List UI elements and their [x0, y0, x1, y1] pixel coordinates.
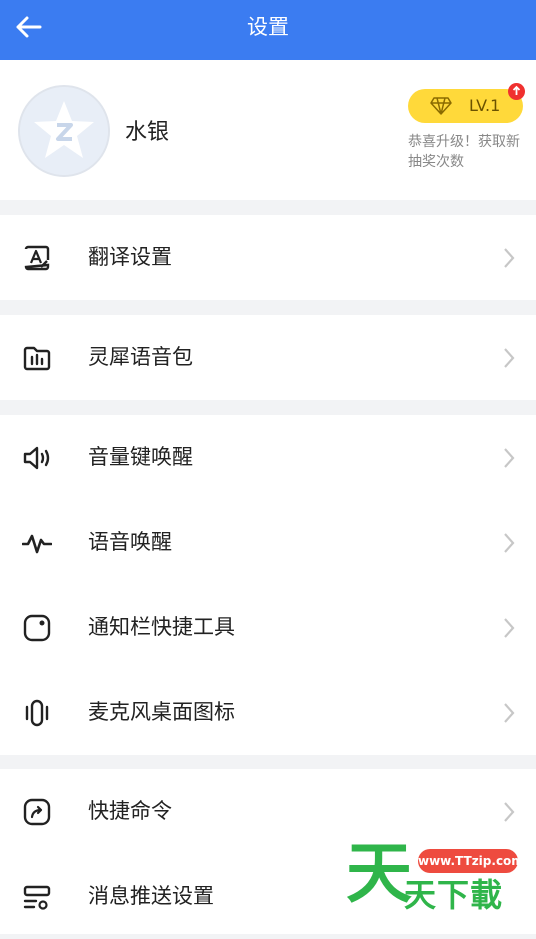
- voice-pack-folder-icon: [23, 346, 51, 371]
- waveform-icon: [22, 534, 52, 554]
- shortcut-icon: [23, 798, 51, 826]
- watermark-url: www.TTzip.com: [418, 849, 524, 873]
- header-bar: 设置: [0, 0, 536, 60]
- upgrade-alert-icon: [508, 83, 525, 100]
- notification-shortcut-tool-item[interactable]: 通知栏快捷工具: [0, 585, 536, 670]
- chevron-right-icon: [504, 802, 515, 822]
- item-label: 语音唤醒: [88, 530, 172, 554]
- item-label: 快捷命令: [88, 799, 172, 823]
- watermark-text: 天下載: [404, 876, 504, 914]
- profile-card[interactable]: 水银 LV.1 恭喜升级！获取新抽奖次数: [0, 60, 536, 200]
- chevron-right-icon: [504, 703, 515, 723]
- avatar[interactable]: [18, 85, 110, 177]
- diamond-icon: [430, 97, 452, 115]
- microphone-desktop-icon-item[interactable]: 麦克风桌面图标: [0, 670, 536, 755]
- message-push-icon: [23, 885, 51, 910]
- item-label: 消息推送设置: [88, 884, 214, 908]
- voice-wake-item[interactable]: 语音唤醒: [0, 500, 536, 585]
- volume-icon: [23, 446, 50, 470]
- item-label: 通知栏快捷工具: [88, 615, 235, 639]
- level-label: LV.1: [469, 96, 501, 115]
- username: 水银: [125, 120, 170, 145]
- item-label: 音量键唤醒: [88, 445, 193, 469]
- page-title: 设置: [247, 15, 289, 39]
- chevron-right-icon: [504, 533, 515, 553]
- item-label: 麦克风桌面图标: [88, 700, 235, 724]
- notification-tool-icon: [23, 614, 51, 642]
- chevron-right-icon: [504, 348, 515, 368]
- watermark-big-char: 天: [346, 835, 412, 912]
- shortcut-command-item[interactable]: 快捷命令: [0, 769, 536, 854]
- watermark-logo: 天 www.TTzip.com 天下載: [346, 839, 524, 915]
- settings-section-translate: 翻译设置: [0, 215, 536, 300]
- volume-key-wake-item[interactable]: 音量键唤醒: [0, 415, 536, 500]
- microphone-icon: [25, 699, 49, 727]
- chevron-right-icon: [504, 248, 515, 268]
- settings-section-voice-pack: 灵犀语音包: [0, 315, 536, 400]
- item-label: 翻译设置: [88, 245, 172, 269]
- translate-settings-item[interactable]: 翻译设置: [0, 215, 536, 300]
- translate-icon: [24, 245, 50, 271]
- settings-section-wakeup: 音量键唤醒 语音唤醒 通知栏快捷工具 麦克风桌面图标: [0, 415, 536, 755]
- level-badge[interactable]: LV.1: [408, 83, 525, 123]
- upgrade-promo-text: 恭喜升级！获取新抽奖次数: [408, 134, 520, 170]
- item-label: 灵犀语音包: [88, 345, 193, 369]
- chevron-right-icon: [504, 448, 515, 468]
- default-avatar-star-icon: [20, 87, 108, 175]
- chevron-right-icon: [504, 618, 515, 638]
- voice-pack-item[interactable]: 灵犀语音包: [0, 315, 536, 400]
